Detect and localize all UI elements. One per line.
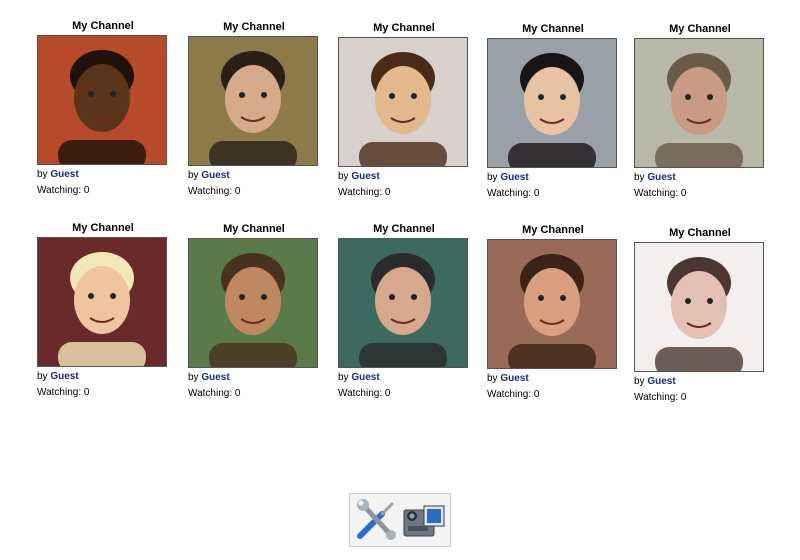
channel-thumbnail[interactable] [487,38,617,168]
men-drinking-photo [339,239,467,367]
channel-thumbnail[interactable] [37,35,167,165]
watching-count: Watching: 0 [487,389,540,400]
channel-title: My Channel [522,224,584,236]
boy-glasses-photo [38,36,166,164]
settings-button[interactable] [352,496,400,544]
channel-thumbnail[interactable] [634,242,764,372]
channel-tile[interactable]: My Channel by Guest Watching: 0 [37,19,169,197]
channel-tile[interactable]: My Channel by Guest Watching: 0 [188,20,320,198]
channel-title: My Channel [373,22,435,34]
channel-thumbnail[interactable] [37,237,167,367]
channel-title: My Channel [669,23,731,35]
channel-thumbnail[interactable] [487,239,617,369]
watching-count: Watching: 0 [37,387,90,398]
owner-link[interactable]: Guest [500,172,528,183]
channel-tile[interactable]: My Channel by Guest Watching: 0 [338,21,470,199]
man-smiling-photo [189,37,317,165]
owner-link[interactable]: Guest [50,371,78,382]
dog-costume-photo [339,38,467,166]
channel-tile[interactable]: My Channel by Guest Watching: 0 [634,226,766,404]
channel-owner: by Guest [37,169,79,180]
channel-thumbnail[interactable] [634,38,764,168]
channel-owner: by Guest [634,172,676,183]
channel-tile[interactable]: My Channel by Guest Watching: 0 [487,223,619,401]
channel-owner: by Guest [634,376,676,387]
watching-count: Watching: 0 [487,188,540,199]
man-cigar-photo [189,239,317,367]
man-portrait-photo [635,243,763,371]
watching-count: Watching: 0 [634,188,687,199]
owner-link[interactable]: Guest [201,170,229,181]
channel-tile[interactable]: My Channel by Guest Watching: 0 [188,222,320,400]
man-headphones-photo [635,39,763,167]
owner-link[interactable]: Guest [351,372,379,383]
channel-title: My Channel [373,223,435,235]
channel-title: My Channel [522,23,584,35]
owner-link[interactable]: Guest [50,169,78,180]
woman-car-photo [38,238,166,366]
camera-button[interactable] [400,496,448,544]
watching-count: Watching: 0 [338,388,391,399]
channel-title: My Channel [72,222,134,234]
channel-owner: by Guest [487,373,529,384]
couple-sunglasses-photo [488,240,616,368]
channel-owner: by Guest [188,170,230,181]
channel-title: My Channel [669,227,731,239]
bottom-toolbar [349,493,451,547]
owner-link[interactable]: Guest [500,373,528,384]
watching-count: Watching: 0 [188,186,241,197]
channel-title: My Channel [72,20,134,32]
channel-thumbnail[interactable] [188,36,318,166]
channel-owner: by Guest [188,372,230,383]
owner-link[interactable]: Guest [351,171,379,182]
channel-owner: by Guest [37,371,79,382]
channel-tile[interactable]: My Channel by Guest Watching: 0 [338,222,470,400]
channel-title: My Channel [223,21,285,33]
watching-count: Watching: 0 [37,185,90,196]
owner-link[interactable]: Guest [201,372,229,383]
channel-owner: by Guest [338,171,380,182]
channel-owner: by Guest [338,372,380,383]
watching-count: Watching: 0 [634,392,687,403]
tools-icon [357,499,396,540]
channel-tile[interactable]: My Channel by Guest Watching: 0 [487,22,619,200]
video-camera-icon [403,505,445,537]
watching-count: Watching: 0 [188,388,241,399]
channel-owner: by Guest [487,172,529,183]
channel-thumbnail[interactable] [338,238,468,368]
channel-tile[interactable]: My Channel by Guest Watching: 0 [37,221,169,399]
watching-count: Watching: 0 [338,187,391,198]
channel-thumbnail[interactable] [188,238,318,368]
channel-tile[interactable]: My Channel by Guest Watching: 0 [634,22,766,200]
channel-title: My Channel [223,223,285,235]
channel-thumbnail[interactable] [338,37,468,167]
owner-link[interactable]: Guest [647,172,675,183]
owner-link[interactable]: Guest [647,376,675,387]
woman-flowers-photo [488,39,616,167]
